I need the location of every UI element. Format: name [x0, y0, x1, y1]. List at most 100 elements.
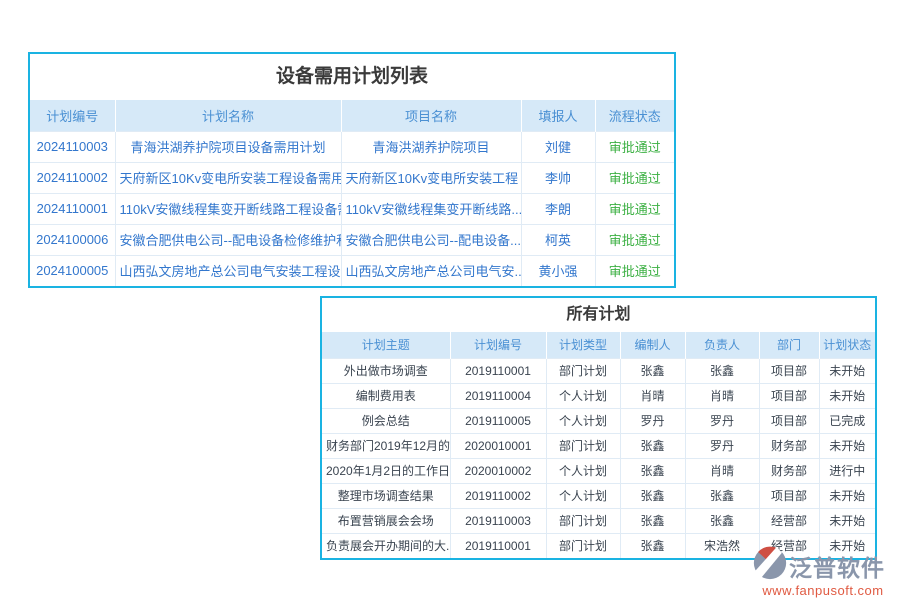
plan-subject: 财务部门2019年12月的... [322, 433, 450, 458]
author-name: 张鑫 [620, 483, 685, 508]
equipment-plan-list-panel: 设备需用计划列表 计划编号计划名称项目名称填报人流程状态 2024110003青… [28, 52, 676, 288]
plan-status: 未开始 [819, 358, 875, 383]
column-header: 流程状态 [595, 100, 674, 131]
department: 财务部 [759, 458, 819, 483]
plan-type: 部门计划 [546, 508, 620, 533]
workflow-status: 审批通过 [595, 255, 674, 286]
table-row: 2024100005山西弘文房地产总公司电气安装工程设备...山西弘文房地产总公… [30, 255, 674, 286]
department: 项目部 [759, 358, 819, 383]
table-row: 2024110003青海洪湖养护院项目设备需用计划青海洪湖养护院项目刘健审批通过 [30, 131, 674, 162]
author-name: 张鑫 [620, 508, 685, 533]
author-name: 肖晴 [620, 383, 685, 408]
table-row: 财务部门2019年12月的...2020010001部门计划张鑫罗丹财务部未开始 [322, 433, 875, 458]
author-name: 张鑫 [620, 458, 685, 483]
column-header: 编制人 [620, 332, 685, 358]
owner-name: 张鑫 [685, 358, 759, 383]
column-header: 计划类型 [546, 332, 620, 358]
equipment-plan-table: 计划编号计划名称项目名称填报人流程状态 2024110003青海洪湖养护院项目设… [30, 100, 674, 286]
author-name: 张鑫 [620, 533, 685, 558]
department: 项目部 [759, 408, 819, 433]
table-row: 2020年1月2日的工作日...2020010002个人计划张鑫肖晴财务部进行中 [322, 458, 875, 483]
plan-subject: 布置营销展会会场 [322, 508, 450, 533]
plan-status: 未开始 [819, 508, 875, 533]
plan-number: 2019110002 [450, 483, 546, 508]
department: 财务部 [759, 433, 819, 458]
plan-number: 2019110003 [450, 508, 546, 533]
owner-name: 肖晴 [685, 458, 759, 483]
owner-name: 张鑫 [685, 483, 759, 508]
plan-status: 未开始 [819, 433, 875, 458]
header-row: 计划主题计划编号计划类型编制人负责人部门计划状态 [322, 332, 875, 358]
project-name-link[interactable]: 山西弘文房地产总公司电气安... [341, 255, 521, 286]
table-row: 整理市场调查结果2019110002个人计划张鑫张鑫项目部未开始 [322, 483, 875, 508]
plan-number: 2019110001 [450, 358, 546, 383]
plan-number-link[interactable]: 2024100006 [30, 224, 115, 255]
plan-name-link[interactable]: 安徽合肥供电公司--配电设备检修维护和... [115, 224, 341, 255]
column-header: 部门 [759, 332, 819, 358]
equipment-panel-title: 设备需用计划列表 [30, 54, 674, 100]
table-row: 编制费用表2019110004个人计划肖晴肖晴项目部未开始 [322, 383, 875, 408]
plan-status: 未开始 [819, 483, 875, 508]
owner-name: 宋浩然 [685, 533, 759, 558]
header-row: 计划编号计划名称项目名称填报人流程状态 [30, 100, 674, 131]
department: 项目部 [759, 383, 819, 408]
owner-name: 罗丹 [685, 433, 759, 458]
plan-type: 个人计划 [546, 458, 620, 483]
plan-status: 已完成 [819, 408, 875, 433]
author-name: 张鑫 [620, 433, 685, 458]
column-header: 计划状态 [819, 332, 875, 358]
table-row: 2024100006安徽合肥供电公司--配电设备检修维护和...安徽合肥供电公司… [30, 224, 674, 255]
column-header: 计划名称 [115, 100, 341, 131]
plan-number: 2020010001 [450, 433, 546, 458]
plan-number-link[interactable]: 2024110001 [30, 193, 115, 224]
project-name-link[interactable]: 110kV安徽线程集变开断线路... [341, 193, 521, 224]
plan-subject: 外出做市场调查 [322, 358, 450, 383]
plan-number: 2019110005 [450, 408, 546, 433]
owner-name: 罗丹 [685, 408, 759, 433]
department: 经营部 [759, 508, 819, 533]
plan-number: 2019110001 [450, 533, 546, 558]
plan-type: 个人计划 [546, 483, 620, 508]
plan-type: 个人计划 [546, 408, 620, 433]
plans-panel-title: 所有计划 [322, 298, 875, 332]
plan-name-link[interactable]: 山西弘文房地产总公司电气安装工程设备... [115, 255, 341, 286]
plan-number-link[interactable]: 2024110002 [30, 162, 115, 193]
project-name-link[interactable]: 青海洪湖养护院项目 [341, 131, 521, 162]
equipment-table-body: 2024110003青海洪湖养护院项目设备需用计划青海洪湖养护院项目刘健审批通过… [30, 131, 674, 286]
plan-name-link[interactable]: 110kV安徽线程集变开断线路工程设备需... [115, 193, 341, 224]
plan-number-link[interactable]: 2024110003 [30, 131, 115, 162]
table-row: 2024110001110kV安徽线程集变开断线路工程设备需...110kV安徽… [30, 193, 674, 224]
plan-subject: 例会总结 [322, 408, 450, 433]
plan-subject: 2020年1月2日的工作日... [322, 458, 450, 483]
plan-status: 未开始 [819, 383, 875, 408]
plans-table-body: 外出做市场调查2019110001部门计划张鑫张鑫项目部未开始编制费用表2019… [322, 358, 875, 558]
workflow-status: 审批通过 [595, 162, 674, 193]
plan-type: 个人计划 [546, 383, 620, 408]
column-header: 计划编号 [450, 332, 546, 358]
plan-name-link[interactable]: 青海洪湖养护院项目设备需用计划 [115, 131, 341, 162]
department: 项目部 [759, 483, 819, 508]
plan-name-link[interactable]: 天府新区10Kv变电所安装工程设备需用... [115, 162, 341, 193]
project-name-link[interactable]: 天府新区10Kv变电所安装工程 [341, 162, 521, 193]
plan-number-link[interactable]: 2024100005 [30, 255, 115, 286]
plan-type: 部门计划 [546, 533, 620, 558]
author-name: 罗丹 [620, 408, 685, 433]
submitter-name: 柯英 [521, 224, 595, 255]
submitter-name: 李帅 [521, 162, 595, 193]
plan-subject: 整理市场调查结果 [322, 483, 450, 508]
project-name-link[interactable]: 安徽合肥供电公司--配电设备... [341, 224, 521, 255]
column-header: 计划主题 [322, 332, 450, 358]
table-row: 例会总结2019110005个人计划罗丹罗丹项目部已完成 [322, 408, 875, 433]
table-row: 外出做市场调查2019110001部门计划张鑫张鑫项目部未开始 [322, 358, 875, 383]
plan-type: 部门计划 [546, 433, 620, 458]
column-header: 计划编号 [30, 100, 115, 131]
plans-table-header: 计划主题计划编号计划类型编制人负责人部门计划状态 [322, 332, 875, 358]
fanpu-logo: 泛普软件 www.fanpusoft.com [753, 546, 893, 598]
equipment-table-header: 计划编号计划名称项目名称填报人流程状态 [30, 100, 674, 131]
submitter-name: 李朗 [521, 193, 595, 224]
fanpu-logo-icon [753, 546, 787, 585]
column-header: 填报人 [521, 100, 595, 131]
workflow-status: 审批通过 [595, 193, 674, 224]
owner-name: 肖晴 [685, 383, 759, 408]
table-row: 布置营销展会会场2019110003部门计划张鑫张鑫经营部未开始 [322, 508, 875, 533]
